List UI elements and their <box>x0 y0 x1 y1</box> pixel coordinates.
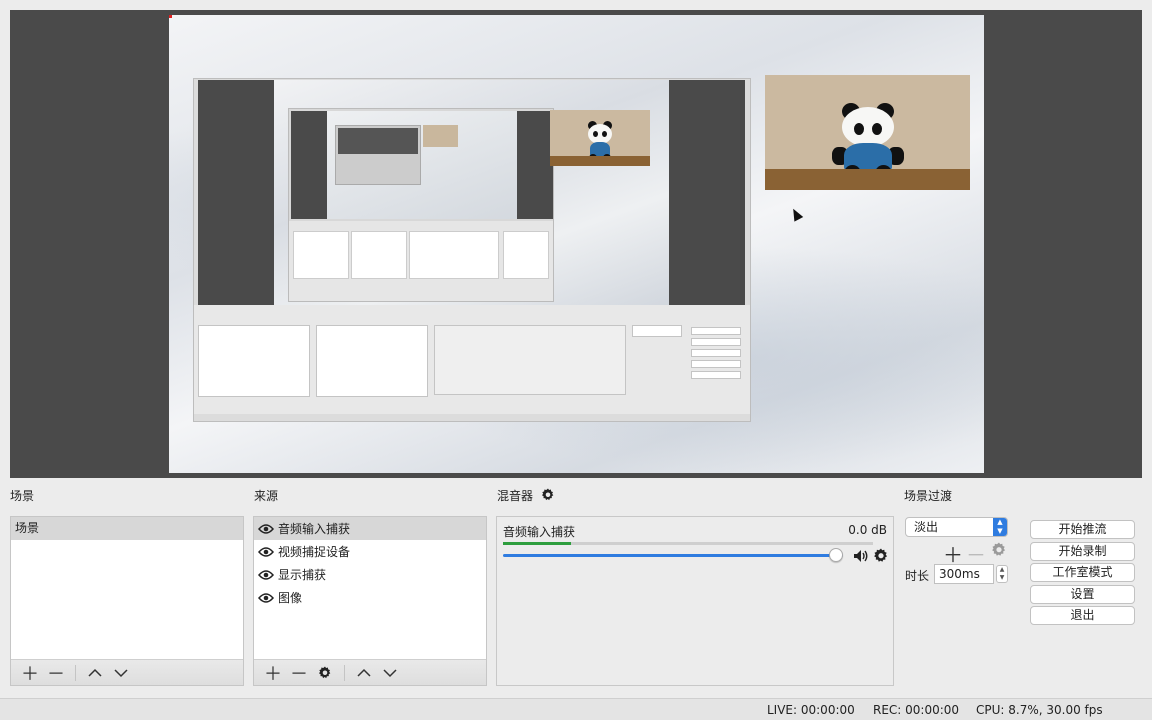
studio-mode-button[interactable]: 工作室模式 <box>1030 563 1135 582</box>
add-source-button[interactable]: ＋ <box>260 662 286 685</box>
toolbar-divider <box>75 664 76 681</box>
mixer-title: 混音器 <box>497 489 534 503</box>
add-scene-button[interactable]: ＋ <box>17 662 43 685</box>
cpu-status: CPU: 8.7%, 30.00 fps <box>976 703 1103 717</box>
nested-preview-2 <box>291 111 553 219</box>
sources-dock: 音频输入捕获 视频捕捉设备 显示捕获 图像 ＋ － <box>253 516 487 686</box>
remove-source-button[interactable]: － <box>286 662 312 685</box>
gear-icon <box>318 665 331 678</box>
settings-button[interactable]: 设置 <box>1030 585 1135 604</box>
chevron-down-icon <box>114 668 128 677</box>
eye-icon[interactable] <box>258 523 274 534</box>
obs-window: 场景 来源 混音器 场景过渡 场景 ＋ － 音频输入捕获 视频捕捉设备 显示捕获… <box>0 0 1152 720</box>
exit-button[interactable]: 退出 <box>1030 606 1135 625</box>
sources-title: 来源 <box>254 489 279 503</box>
toolbar-divider <box>344 664 345 681</box>
transition-select[interactable]: 淡出 ▲ ▼ <box>905 517 1008 537</box>
scenes-title: 场景 <box>10 489 35 503</box>
nested-capture-level-2 <box>288 108 554 302</box>
mixer-title-row: 混音器 <box>497 487 555 504</box>
volume-meter <box>503 542 873 545</box>
live-status: LIVE: 00:00:00 <box>767 703 855 717</box>
scenes-dock: 场景 ＋ － <box>10 516 244 686</box>
eye-icon[interactable] <box>258 546 274 557</box>
duration-stepper[interactable]: ▲ ▼ <box>996 565 1008 583</box>
webcam-source[interactable] <box>765 75 970 190</box>
scenes-toolbar: ＋ － <box>11 659 243 685</box>
nested-canvas <box>274 80 669 305</box>
chevron-up-icon <box>357 668 371 677</box>
track-level: 0.0 dB <box>848 523 887 537</box>
nested-preview <box>198 80 745 305</box>
source-item[interactable]: 显示捕获 <box>254 563 486 586</box>
chevron-down-icon <box>383 668 397 677</box>
nested-canvas-2 <box>327 111 517 219</box>
mixer-track: 音频输入捕获 0.0 dB <box>501 521 889 573</box>
eye-icon[interactable] <box>258 592 274 603</box>
start-streaming-button[interactable]: 开始推流 <box>1030 520 1135 539</box>
nested-panels <box>194 305 750 421</box>
rec-status: REC: 00:00:00 <box>873 703 960 717</box>
mixer-dock: 音频输入捕获 0.0 dB <box>496 516 894 686</box>
canvas-corner-marker <box>169 15 172 18</box>
nested-panels-2 <box>289 221 553 301</box>
nested-camera-3 <box>423 125 458 147</box>
source-label: 显示捕获 <box>278 568 327 582</box>
move-scene-down-button[interactable] <box>108 662 134 684</box>
source-item[interactable]: 视频捕捉设备 <box>254 540 486 563</box>
remove-scene-button[interactable]: － <box>43 662 69 685</box>
preview-canvas[interactable] <box>169 15 984 473</box>
transitions-title: 场景过渡 <box>904 489 953 503</box>
source-item[interactable]: 图像 <box>254 586 486 609</box>
chevron-up-icon <box>88 668 102 677</box>
status-bar: LIVE: 00:00:00 REC: 00:00:00 CPU: 8.7%, … <box>0 698 1152 720</box>
nested-status <box>194 414 750 421</box>
select-arrows-icon: ▲ ▼ <box>993 518 1007 536</box>
mixer-gear-icon[interactable] <box>541 488 555 502</box>
volume-slider-knob[interactable] <box>829 548 844 562</box>
nested-camera-2 <box>550 110 650 166</box>
track-gear-icon[interactable] <box>873 548 889 564</box>
nested-capture-level-1 <box>193 78 751 422</box>
nested-capture-level-3 <box>335 125 421 185</box>
source-properties-button[interactable] <box>312 662 338 684</box>
preview-area[interactable] <box>10 10 1142 478</box>
source-label: 视频捕捉设备 <box>278 545 351 559</box>
eye-icon[interactable] <box>258 569 274 580</box>
duration-input[interactable]: 300ms <box>934 564 994 584</box>
volume-slider[interactable] <box>503 554 843 557</box>
transition-selected: 淡出 <box>914 520 939 534</box>
scene-item[interactable]: 场景 <box>11 517 243 540</box>
source-label: 图像 <box>278 591 303 605</box>
mouse-cursor-icon <box>788 206 804 222</box>
track-name: 音频输入捕获 <box>503 525 576 539</box>
sources-toolbar: ＋ － <box>254 659 486 685</box>
start-recording-button[interactable]: 开始录制 <box>1030 542 1135 561</box>
move-scene-up-button[interactable] <box>82 662 108 684</box>
transition-gear-icon[interactable] <box>991 542 1007 558</box>
duration-label: 时长 <box>905 569 930 583</box>
meter-fill <box>503 542 571 545</box>
move-source-down-button[interactable] <box>377 662 403 684</box>
source-label: 音频输入捕获 <box>278 522 351 536</box>
move-source-up-button[interactable] <box>351 662 377 684</box>
source-item[interactable]: 音频输入捕获 <box>254 517 486 540</box>
speaker-icon[interactable] <box>853 549 869 563</box>
